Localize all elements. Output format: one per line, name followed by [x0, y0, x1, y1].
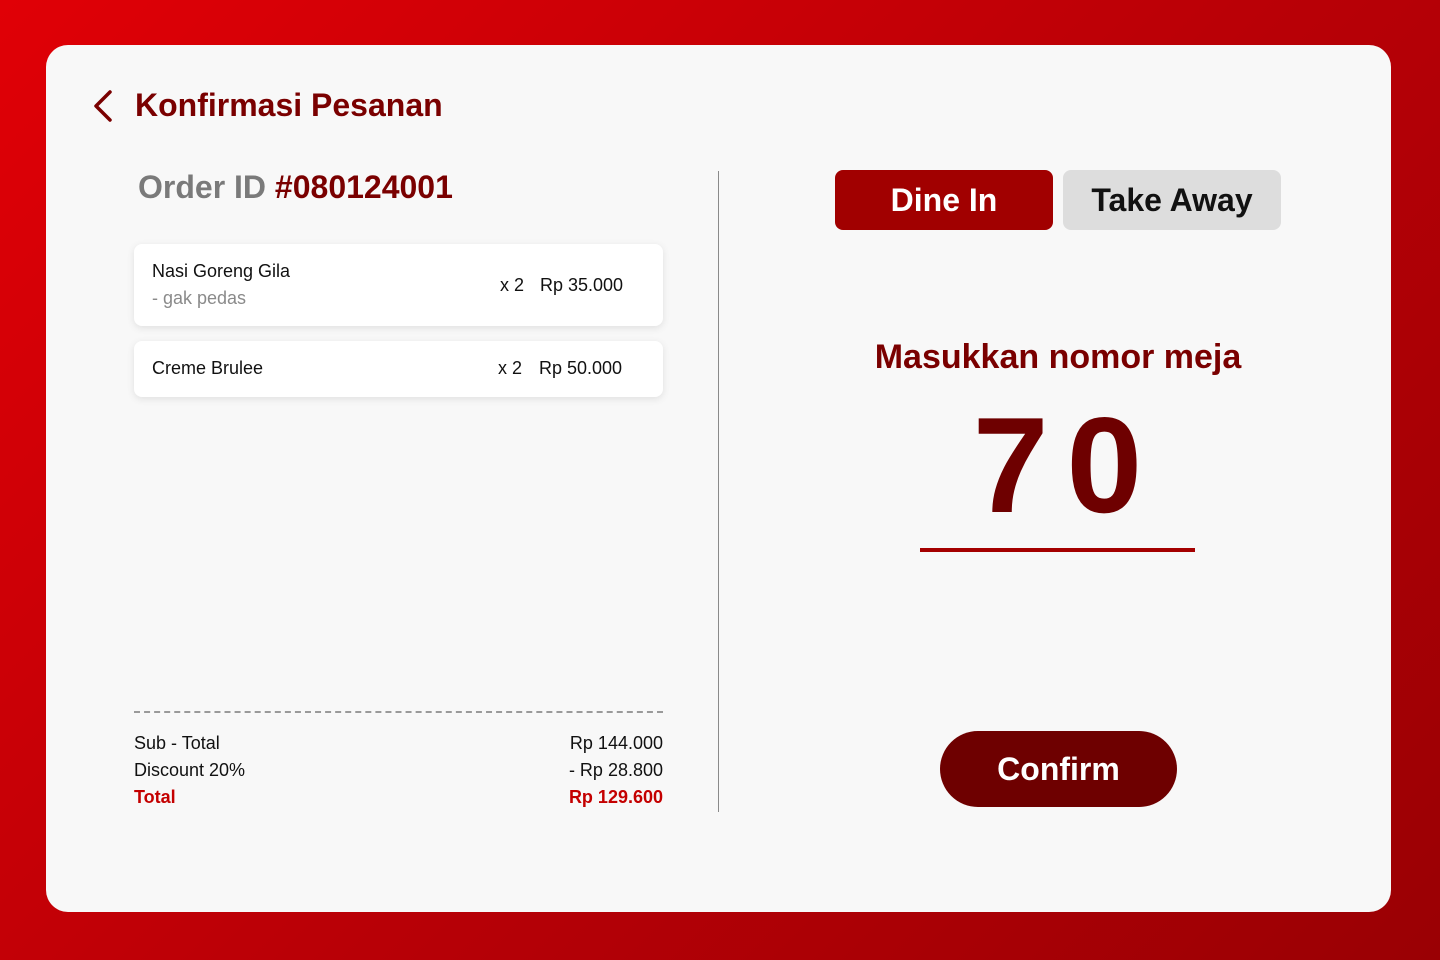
total-label: Total [134, 787, 176, 807]
total-value: Rp 129.600 [568, 787, 663, 807]
column-divider [718, 171, 719, 812]
subtotal-value: Rp 144.000 [569, 733, 663, 753]
total-row: Total Rp 129.600 [134, 787, 663, 813]
discount-value: - Rp 28.800 [568, 760, 663, 780]
order-item: Creme Brulee x 2 Rp 50.000 [134, 341, 663, 397]
order-id-label: Order ID [138, 169, 267, 205]
back-button[interactable] [90, 89, 116, 123]
dine-in-button[interactable]: Dine In [835, 170, 1053, 230]
take-away-button[interactable]: Take Away [1063, 170, 1281, 230]
order-confirmation-panel: Konfirmasi Pesanan Order ID #080124001 N… [46, 45, 1391, 912]
table-number-underline [920, 548, 1195, 552]
order-item-qty: x 2 [500, 275, 525, 295]
order-id-value: #080124001 [274, 169, 453, 205]
subtotal-row: Sub - Total Rp 144.000 [134, 733, 663, 759]
confirm-button[interactable]: Confirm [940, 731, 1177, 807]
table-number-prompt: Masukkan nomor meja [874, 338, 1242, 376]
discount-label: Discount 20% [134, 760, 246, 780]
discount-row: Discount 20% - Rp 28.800 [134, 760, 663, 786]
order-item-name: Creme Brulee [152, 358, 264, 378]
order-item-price: Rp 50.000 [539, 358, 623, 378]
order-item-name: Nasi Goreng Gila [152, 261, 291, 281]
order-item-note: - gak pedas [152, 288, 247, 308]
order-item-price: Rp 35.000 [540, 275, 624, 295]
order-item: Nasi Goreng Gila - gak pedas x 2 Rp 35.0… [134, 244, 663, 326]
page-title: Konfirmasi Pesanan [135, 87, 443, 123]
order-item-qty: x 2 [498, 358, 523, 378]
chevron-left-icon [90, 89, 116, 123]
order-id: Order ID #080124001 [138, 167, 453, 207]
subtotal-label: Sub - Total [134, 733, 220, 753]
table-number-input[interactable] [920, 395, 1195, 535]
summary-divider [134, 711, 663, 713]
